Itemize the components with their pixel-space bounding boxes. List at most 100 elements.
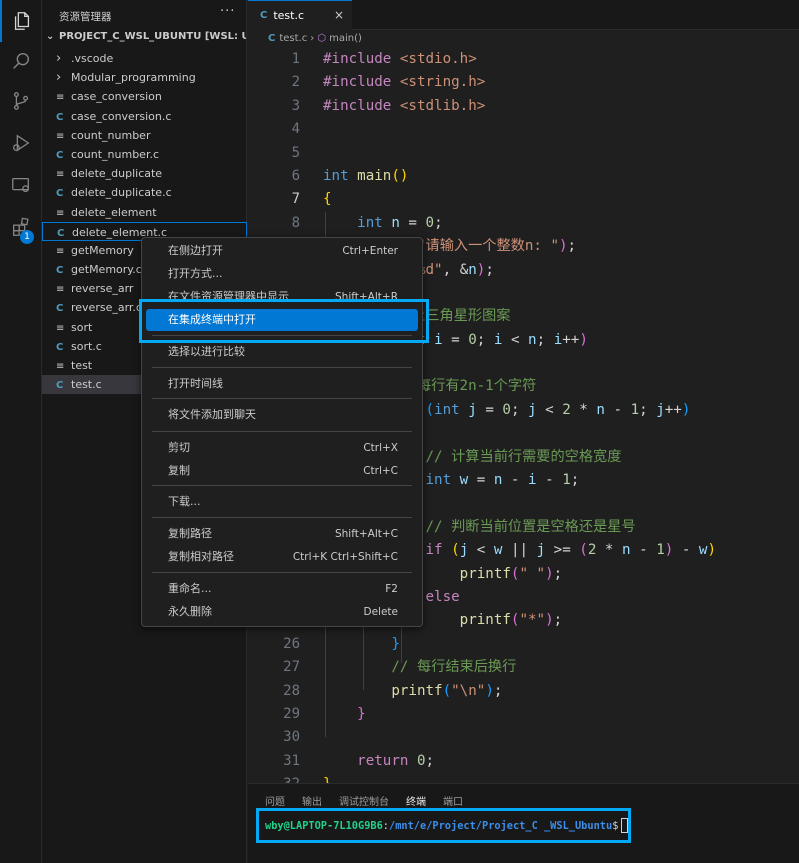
code-line: } [391, 635, 400, 652]
context-menu-item-label: 选择以进行比较 [168, 345, 245, 358]
code-line: int main() [323, 167, 409, 184]
panel-tab[interactable]: 调试控制台 [339, 793, 389, 809]
file-tree-item-label: sort [71, 320, 93, 334]
workspace-root[interactable]: ⌄ PROJECT_C_WSL_UBUNTU [WSL: UBUN... [46, 31, 246, 42]
file-tree-item[interactable]: ≡ count_number [42, 126, 247, 145]
context-menu-item-label: 重命名... [168, 582, 212, 595]
context-menu-item-label: 复制相对路径 [168, 550, 234, 563]
file-tree-item-label: test [71, 359, 93, 372]
chevron-right-icon: › [56, 70, 62, 86]
file-tree-item[interactable]: ≡ case_conversion [42, 87, 247, 106]
extensions-badge: 1 [20, 230, 34, 244]
chevron-right-icon: › [56, 51, 62, 66]
file-tree-item[interactable]: › Modular_programming [42, 68, 247, 87]
context-menu-shortcut: Ctrl+Enter [342, 245, 398, 257]
run-debug-icon[interactable] [0, 122, 42, 164]
tab-test-c[interactable]: C test.c × [248, 0, 352, 30]
c-file-icon: C [56, 149, 64, 161]
panel-tab[interactable]: 终端 [406, 793, 426, 809]
code-line: return 0; [357, 752, 435, 769]
breadcrumb: Ctest.c › ⬡ main() [268, 33, 362, 44]
file-icon: ≡ [56, 130, 65, 142]
context-menu-item[interactable]: 打开方式... [146, 263, 418, 285]
file-tree-item[interactable]: Ccase_conversion.c [42, 107, 247, 126]
panel-tab[interactable]: 问题 [265, 793, 285, 809]
context-menu-item-label: 永久删除 [168, 605, 212, 618]
line-number: 32 [248, 773, 300, 783]
panel-tab[interactable]: 输出 [302, 793, 322, 809]
breadcrumb-symbol[interactable]: main() [329, 33, 362, 44]
file-tree-item-label: reverse_arr.c [71, 301, 142, 315]
file-tree-item[interactable]: ≡ delete_element [42, 203, 247, 222]
c-file-icon: C [56, 265, 64, 277]
file-tree-item-label: sort.c [71, 339, 102, 353]
context-menu-item[interactable]: 将文件添加到聊天 [146, 404, 418, 426]
line-number: 29 [283, 705, 300, 722]
line-number: 3 [291, 97, 300, 114]
code-line: printf("\n"); [391, 682, 503, 699]
line-number: 31 [283, 752, 300, 769]
line-number: 5 [291, 144, 300, 161]
context-menu-item-label: 复制路径 [168, 527, 212, 540]
code-line: #include <string.h> [323, 74, 486, 91]
explorer-icon[interactable] [0, 0, 42, 42]
context-menu-item-label: 将文件添加到聊天 [168, 408, 256, 421]
file-tree-item[interactable]: ≡ delete_duplicate [42, 164, 247, 183]
context-menu-item[interactable]: 复制路径 Shift+Alt+C [146, 523, 418, 545]
cube-icon: ⬡ [317, 33, 326, 44]
c-file-icon: C [268, 33, 276, 44]
context-menu-item-label: 复制 [168, 464, 190, 477]
code-line: #include <stdlib.h> [323, 97, 486, 114]
context-menu-item-label: 剪切 [168, 441, 190, 454]
menu-separator [152, 517, 412, 518]
file-icon: ≡ [56, 322, 65, 334]
context-menu-item[interactable]: 永久删除 Delete [146, 601, 418, 623]
context-menu-item[interactable]: 剪切 Ctrl+X [146, 437, 418, 459]
remote-explorer-icon[interactable] [0, 164, 42, 206]
context-menu-shortcut: Ctrl+K Ctrl+Shift+C [292, 551, 398, 563]
file-icon: ≡ [56, 361, 65, 372]
code-line: { [323, 191, 332, 208]
context-menu-shortcut: F2 [385, 583, 398, 595]
file-tree-item[interactable]: Cdelete_duplicate.c [42, 183, 247, 202]
context-menu-item[interactable]: 在侧边打开 Ctrl+Enter [146, 240, 418, 262]
code-line: // 每行结束后换行 [391, 659, 517, 676]
context-menu: 在侧边打开 Ctrl+Enter 打开方式... 在文件资源管理器中显示 Shift+A… [141, 237, 423, 627]
context-menu-item[interactable]: 选择以进行比较 [146, 341, 418, 363]
context-menu-item[interactable]: 重命名... F2 [146, 578, 418, 600]
c-file-icon: C [56, 188, 64, 200]
file-tree-item-label: test.c [71, 378, 102, 392]
c-file-icon: C [56, 341, 64, 353]
terminal[interactable]: wby@LAPTOP-7L10G9B6:/mnt/e/Project/Proje… [256, 808, 631, 843]
chevron-right-icon: › [310, 33, 315, 44]
file-tree-item[interactable]: Ccount_number.c [42, 145, 247, 164]
context-menu-item[interactable]: 下载... [146, 491, 418, 513]
breadcrumb-file[interactable]: test.c [279, 33, 307, 44]
context-menu-item[interactable]: 复制 Ctrl+C [146, 460, 418, 482]
terminal-cursor [621, 818, 628, 833]
file-tree-item-label: getMemory [71, 243, 134, 257]
line-number: 26 [283, 635, 300, 652]
file-tree-item-label: case_conversion.c [71, 109, 172, 123]
context-menu-item[interactable]: 复制相对路径 Ctrl+K Ctrl+Shift+C [146, 546, 418, 568]
file-tree-item[interactable]: › .vscode [42, 49, 247, 68]
panel-tabs: 问题 输出 调试控制台 终端 端口 [265, 793, 480, 809]
search-icon[interactable] [0, 40, 42, 82]
source-control-icon[interactable] [0, 80, 42, 122]
line-number: 27 [283, 659, 300, 676]
context-menu-item-label: 打开方式... [168, 267, 223, 280]
activity-bar: 1 [0, 0, 42, 863]
code-line: } [323, 773, 716, 783]
file-tree-item-label: count_number.c [71, 147, 159, 161]
file-tree-item-label: getMemory.c [71, 263, 142, 277]
line-number: 1 [291, 51, 300, 67]
more-actions-icon[interactable]: ··· [220, 4, 235, 19]
panel-tab[interactable]: 端口 [443, 793, 463, 809]
context-menu-shortcut: Ctrl+X [363, 442, 398, 454]
context-menu-item[interactable]: 打开时间线 [146, 373, 418, 395]
context-menu-shortcut: Delete [363, 606, 399, 618]
close-icon[interactable]: × [334, 8, 344, 22]
line-number: 4 [291, 121, 300, 138]
file-tree-item-label: delete_element [71, 205, 157, 219]
file-tree-item-label: delete_duplicate.c [71, 186, 172, 200]
